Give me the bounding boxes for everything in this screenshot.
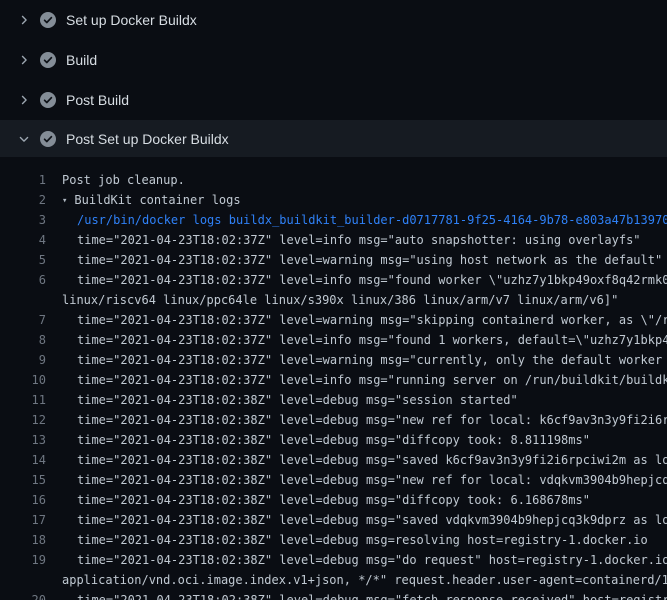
step-label: Post Set up Docker Buildx: [66, 131, 229, 147]
log-line: 17 time="2021-04-23T18:02:38Z" level=debu…: [0, 510, 667, 530]
log-line: 6 time="2021-04-23T18:02:37Z" level=info …: [0, 270, 667, 290]
line-number[interactable]: 6: [0, 270, 46, 290]
log-area: 1 Post job cleanup. 2 ▾ BuildKit container l…: [0, 157, 667, 600]
step-header-set-up-docker-buildx[interactable]: Set up Docker Buildx: [0, 0, 667, 40]
log-line: 7 time="2021-04-23T18:02:37Z" level=warni…: [0, 310, 667, 330]
chevron-down-icon: [16, 131, 32, 147]
log-line: 9 time="2021-04-23T18:02:37Z" level=warni…: [0, 350, 667, 370]
log-line: 18 time="2021-04-23T18:02:38Z" level=debu…: [0, 530, 667, 550]
log-line: 19 time="2021-04-23T18:02:38Z" level=debu…: [0, 550, 667, 570]
line-number[interactable]: 14: [0, 450, 46, 470]
log-text: time="2021-04-23T18:02:38Z" level=debug …: [62, 490, 667, 510]
line-number: [0, 570, 46, 590]
chevron-right-icon: [16, 12, 32, 28]
log-command-text: /usr/bin/docker logs buildx_buildkit_bui…: [62, 210, 667, 230]
log-text: linux/riscv64 linux/ppc64le linux/s390x …: [62, 290, 667, 310]
line-number[interactable]: 2: [0, 190, 46, 210]
log-line: 12 time="2021-04-23T18:02:38Z" level=debu…: [0, 410, 667, 430]
line-number[interactable]: 8: [0, 330, 46, 350]
check-circle-icon: [40, 131, 56, 147]
log-line: 20 time="2021-04-23T18:02:38Z" level=debu…: [0, 590, 667, 600]
line-number[interactable]: 7: [0, 310, 46, 330]
steps-list: Set up Docker Buildx Build Post Build Post …: [0, 0, 667, 157]
chevron-right-icon: [16, 52, 32, 68]
log-line-continuation: linux/riscv64 linux/ppc64le linux/s390x …: [0, 290, 667, 310]
log-line: 10 time="2021-04-23T18:02:37Z" level=info…: [0, 370, 667, 390]
step-header-post-build[interactable]: Post Build: [0, 80, 667, 120]
log-text: time="2021-04-23T18:02:38Z" level=debug …: [62, 550, 667, 570]
step-header-post-set-up-docker-buildx[interactable]: Post Set up Docker Buildx: [0, 120, 667, 157]
line-number[interactable]: 1: [0, 170, 46, 190]
log-line: 5 time="2021-04-23T18:02:37Z" level=warni…: [0, 250, 667, 270]
log-text: time="2021-04-23T18:02:38Z" level=debug …: [62, 450, 667, 470]
log-group-label: BuildKit container logs: [74, 193, 240, 207]
log-text: time="2021-04-23T18:02:38Z" level=debug …: [62, 510, 667, 530]
check-circle-icon: [40, 52, 56, 68]
chevron-right-icon: [16, 92, 32, 108]
log-line: 16 time="2021-04-23T18:02:38Z" level=debu…: [0, 490, 667, 510]
step-label: Build: [66, 52, 97, 68]
line-number[interactable]: 18: [0, 530, 46, 550]
log-text: time="2021-04-23T18:02:37Z" level=warnin…: [62, 250, 667, 270]
line-number[interactable]: 17: [0, 510, 46, 530]
line-number[interactable]: 13: [0, 430, 46, 450]
log-line: 11 time="2021-04-23T18:02:38Z" level=debu…: [0, 390, 667, 410]
log-line: 8 time="2021-04-23T18:02:37Z" level=info …: [0, 330, 667, 350]
step-label: Post Build: [66, 92, 129, 108]
log-text: time="2021-04-23T18:02:37Z" level=warnin…: [62, 310, 667, 330]
workflow-log-panel: Set up Docker Buildx Build Post Build Post …: [0, 0, 667, 600]
step-label: Set up Docker Buildx: [66, 12, 197, 28]
log-text: time="2021-04-23T18:02:37Z" level=info m…: [62, 330, 667, 350]
log-text: time="2021-04-23T18:02:38Z" level=debug …: [62, 590, 667, 600]
check-circle-icon: [40, 92, 56, 108]
log-group-toggle[interactable]: ▾ BuildKit container logs: [62, 190, 667, 210]
log-text: time="2021-04-23T18:02:38Z" level=debug …: [62, 430, 667, 450]
check-circle-icon: [40, 12, 56, 28]
line-number[interactable]: 10: [0, 370, 46, 390]
line-number[interactable]: 5: [0, 250, 46, 270]
log-line: 15 time="2021-04-23T18:02:38Z" level=debu…: [0, 470, 667, 490]
triangle-down-icon: ▾: [62, 191, 67, 210]
log-line: 13 time="2021-04-23T18:02:38Z" level=debu…: [0, 430, 667, 450]
log-text: time="2021-04-23T18:02:38Z" level=debug …: [62, 390, 667, 410]
log-line: 2 ▾ BuildKit container logs: [0, 190, 667, 210]
line-number[interactable]: 19: [0, 550, 46, 570]
line-number[interactable]: 11: [0, 390, 46, 410]
line-number: [0, 290, 46, 310]
line-number[interactable]: 12: [0, 410, 46, 430]
step-header-build[interactable]: Build: [0, 40, 667, 80]
line-number[interactable]: 3: [0, 210, 46, 230]
log-text: time="2021-04-23T18:02:37Z" level=info m…: [62, 270, 667, 290]
log-line: 4 time="2021-04-23T18:02:37Z" level=info …: [0, 230, 667, 250]
log-text: application/vnd.oci.image.index.v1+json,…: [62, 570, 667, 590]
line-number[interactable]: 16: [0, 490, 46, 510]
log-text: time="2021-04-23T18:02:38Z" level=debug …: [62, 470, 667, 490]
line-number[interactable]: 15: [0, 470, 46, 490]
line-number[interactable]: 4: [0, 230, 46, 250]
line-number[interactable]: 9: [0, 350, 46, 370]
log-line: 3/usr/bin/docker logs buildx_buildkit_bu…: [0, 210, 667, 230]
log-line-continuation: application/vnd.oci.image.index.v1+json,…: [0, 570, 667, 590]
log-text: Post job cleanup.: [62, 170, 667, 190]
line-number[interactable]: 20: [0, 590, 46, 600]
log-text: time="2021-04-23T18:02:37Z" level=info m…: [62, 230, 667, 250]
log-text: time="2021-04-23T18:02:38Z" level=debug …: [62, 530, 667, 550]
log-line: 14 time="2021-04-23T18:02:38Z" level=debu…: [0, 450, 667, 470]
log-text: time="2021-04-23T18:02:37Z" level=info m…: [62, 370, 667, 390]
log-text: time="2021-04-23T18:02:38Z" level=debug …: [62, 410, 667, 430]
log-text: time="2021-04-23T18:02:37Z" level=warnin…: [62, 350, 667, 370]
log-line: 1 Post job cleanup.: [0, 170, 667, 190]
